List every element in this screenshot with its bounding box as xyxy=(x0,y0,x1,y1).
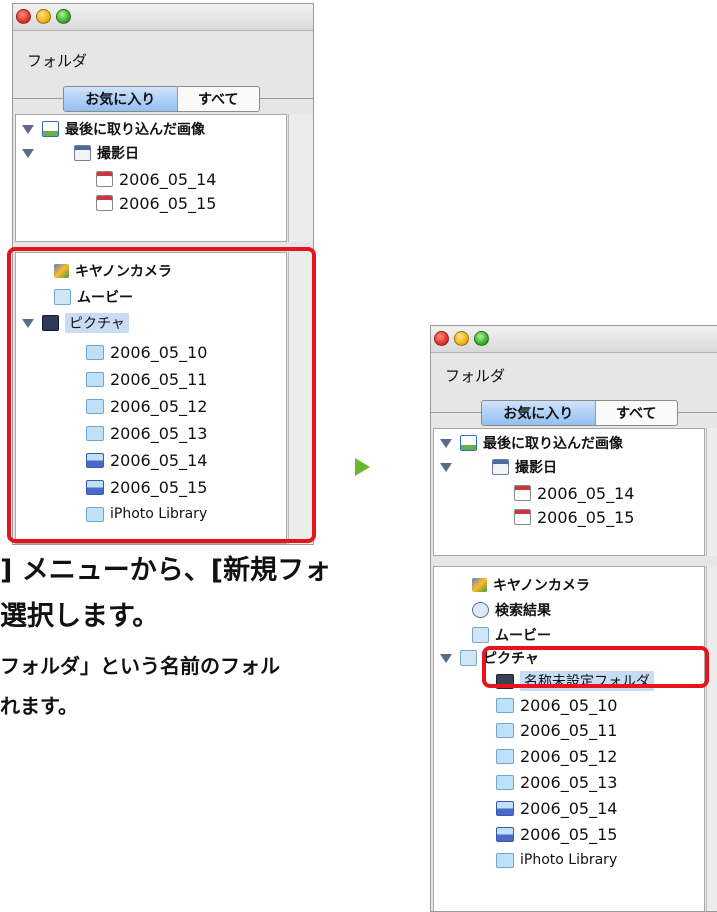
minimize-window-button[interactable] xyxy=(454,331,469,346)
calendar-icon xyxy=(96,171,113,187)
calendar-icon xyxy=(514,485,531,501)
import-icon xyxy=(460,435,477,451)
search-results-icon xyxy=(472,602,489,618)
minimize-window-button[interactable] xyxy=(36,9,51,24)
shooting-date-icon xyxy=(492,459,509,475)
folders-pane: キヤノンカメラ 検索結果 ムービー ピクチャ 名称未設定フォルダ 2006_05… xyxy=(433,566,705,911)
folder-icon xyxy=(496,774,514,790)
scrollbar[interactable] xyxy=(706,428,717,556)
list-item-search-results[interactable]: 検索結果 xyxy=(434,598,704,622)
canon-camera-icon xyxy=(472,578,487,592)
import-icon xyxy=(42,121,59,137)
caption-note: れます。 xyxy=(0,694,78,718)
title-bar xyxy=(13,4,313,31)
list-item-folder[interactable]: 2006_05_11 xyxy=(434,718,704,742)
favorites-pane: 最後に取り込んだ画像 撮影日 2006_05_14 2006_05_15 xyxy=(15,114,287,242)
folder-panel-label: フォルダ xyxy=(27,52,88,70)
view-mode-tabs: お気に入り すべて xyxy=(481,400,678,426)
disclosure-triangle-icon[interactable] xyxy=(440,463,452,472)
highlight-box-folders xyxy=(7,247,316,543)
list-item-last-imported[interactable]: 最後に取り込んだ画像 xyxy=(434,431,704,455)
list-item-folder[interactable]: 2006_05_12 xyxy=(434,744,704,768)
movie-icon xyxy=(472,627,489,643)
folder-panel-label: フォルダ xyxy=(445,367,506,385)
list-item-date[interactable]: 2006_05_14 xyxy=(434,481,704,505)
download-folder-icon xyxy=(496,800,514,816)
pictures-icon xyxy=(460,650,477,666)
title-bar xyxy=(431,326,717,353)
highlight-box-new-folder xyxy=(482,646,709,688)
list-item-shooting-date[interactable]: 撮影日 xyxy=(16,141,286,165)
folder-icon xyxy=(496,722,514,738)
arrow-right-icon xyxy=(355,458,370,476)
caption-note: フォルダ」という名前のフォル xyxy=(0,654,280,678)
caption-line: 選択します。 xyxy=(0,601,160,632)
list-item-folder[interactable]: 2006_05_14 xyxy=(434,796,704,820)
tab-favorites[interactable]: お気に入り xyxy=(64,87,178,111)
list-item-date[interactable]: 2006_05_15 xyxy=(16,191,286,215)
disclosure-triangle-icon[interactable] xyxy=(22,125,34,134)
disclosure-triangle-icon[interactable] xyxy=(22,149,34,158)
folder-icon xyxy=(496,748,514,764)
list-item-date[interactable]: 2006_05_14 xyxy=(16,167,286,191)
list-item-movie[interactable]: ムービー xyxy=(434,623,704,647)
folder-panel-after: フォルダ お気に入り すべて 最後に取り込んだ画像 撮影日 2006_05_14… xyxy=(430,325,717,912)
list-item-folder[interactable]: 2006_05_13 xyxy=(434,770,704,794)
caption-line: ] メニューから、[新規フォ xyxy=(0,555,332,586)
list-item-shooting-date[interactable]: 撮影日 xyxy=(434,455,704,479)
list-item-date[interactable]: 2006_05_15 xyxy=(434,505,704,529)
zoom-window-button[interactable] xyxy=(56,9,71,24)
list-item-folder[interactable]: 2006_05_15 xyxy=(434,822,704,846)
close-window-button[interactable] xyxy=(16,9,31,24)
tab-favorites[interactable]: お気に入り xyxy=(482,401,596,425)
close-window-button[interactable] xyxy=(434,331,449,346)
zoom-window-button[interactable] xyxy=(474,331,489,346)
tab-all[interactable]: すべて xyxy=(178,87,259,111)
scrollbar[interactable] xyxy=(288,114,313,242)
list-item-canon-camera[interactable]: キヤノンカメラ xyxy=(434,573,704,597)
calendar-icon xyxy=(96,195,113,211)
disclosure-triangle-icon[interactable] xyxy=(440,439,452,448)
tab-all[interactable]: すべて xyxy=(596,401,677,425)
list-item-last-imported[interactable]: 最後に取り込んだ画像 xyxy=(16,117,286,141)
scrollbar[interactable] xyxy=(706,566,717,911)
list-item-folder[interactable]: 2006_05_10 xyxy=(434,693,704,717)
calendar-icon xyxy=(514,509,531,525)
folder-icon xyxy=(496,852,514,868)
view-mode-tabs: お気に入り すべて xyxy=(63,86,260,112)
shooting-date-icon xyxy=(74,145,91,161)
list-item-folder[interactable]: iPhoto Library xyxy=(434,848,704,872)
favorites-pane: 最後に取り込んだ画像 撮影日 2006_05_14 2006_05_15 xyxy=(433,428,705,556)
folder-icon xyxy=(496,697,514,713)
download-folder-icon xyxy=(496,826,514,842)
disclosure-triangle-icon[interactable] xyxy=(440,654,452,663)
